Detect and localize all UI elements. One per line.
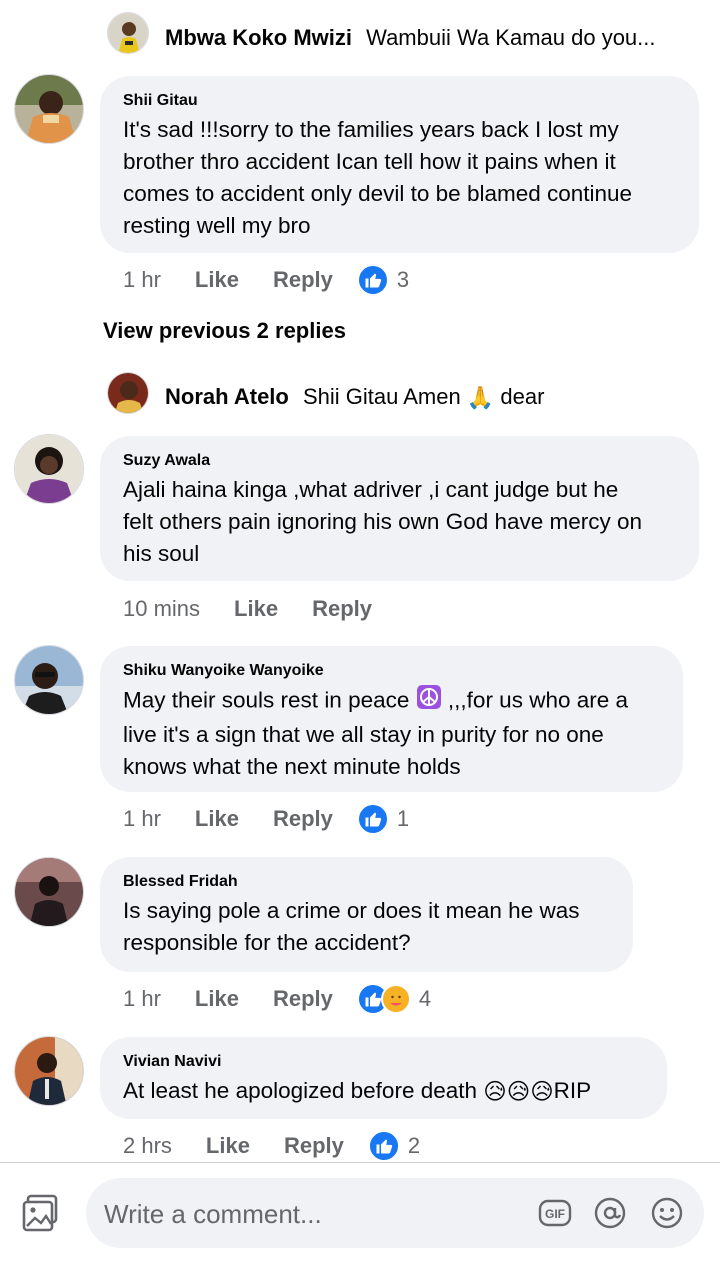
comment-time[interactable]: 10 mins [123,596,200,622]
reply-button[interactable]: Reply [273,806,333,832]
comment-bubble[interactable]: Vivian Navivi At least he apologized bef… [100,1037,667,1119]
avatar[interactable] [107,372,149,414]
avatar[interactable] [14,857,84,927]
like-button[interactable]: Like [195,806,239,832]
mention-icon[interactable] [593,1196,627,1235]
gif-icon[interactable]: GIF [538,1196,572,1235]
like-button[interactable]: Like [206,1133,250,1159]
comment-bubble[interactable]: Shii Gitau It's sad !!!sorry to the fami… [100,76,699,253]
comment-author[interactable]: Shiku Wanyoike Wanyoike [123,660,661,682]
comment-author[interactable]: Shii Gitau [123,90,677,112]
comment-time[interactable]: 1 hr [123,806,161,832]
reply-author[interactable]: Norah Atelo [165,384,289,409]
comment-author[interactable]: Blessed Fridah [123,871,611,893]
comment-input[interactable] [102,1178,526,1250]
reaction-summary[interactable]: 1 [356,803,410,835]
comment-bubble[interactable]: Shiku Wanyoike Wanyoike May their souls … [100,646,683,792]
reply-line: Norah Atelo Shii Gitau Amen 🙏 dear [165,382,705,413]
comment-text: May their souls rest in peace ,,,for us … [123,684,661,783]
comment-meta: 1 hr Like Reply 4 [123,982,431,1016]
avatar[interactable] [14,74,84,144]
folded-hands-emoji: 🙏 [466,385,495,411]
avatar[interactable] [14,1036,84,1106]
reaction-summary[interactable]: 4 [356,983,432,1015]
comment-time[interactable]: 2 hrs [123,1133,172,1159]
reply-author[interactable]: Mbwa Koko Mwizi [165,25,352,50]
reaction-count: 2 [407,1133,421,1158]
comment-meta: 1 hr Like Reply 3 [123,263,409,297]
svg-text:GIF: GIF [545,1207,565,1221]
reaction-count: 4 [418,986,432,1011]
reply-text-tail: dear [500,384,545,409]
comment-meta: 10 mins Like Reply [123,592,406,626]
avatar[interactable] [14,645,84,715]
comment-bubble[interactable]: Suzy Awala Ajali haina kinga ,what adriv… [100,436,699,581]
comment-text: Is saying pole a crime or does it mean h… [123,898,580,955]
reaction-summary[interactable]: 2 [367,1130,421,1162]
comment-time[interactable]: 1 hr [123,986,161,1012]
reply-line: Mbwa Koko Mwizi Wambuii Wa Kamau do you.… [165,23,705,53]
reaction-count: 1 [396,806,410,831]
comment-author[interactable]: Suzy Awala [123,450,677,472]
reply-button[interactable]: Reply [284,1133,344,1159]
comment-meta: 2 hrs Like Reply 2 [123,1129,420,1163]
comment-text: It's sad !!!sorry to the families years … [123,117,633,238]
comment-composer[interactable]: GIF [86,1178,704,1250]
reaction-count: 3 [396,267,410,292]
reply-button[interactable]: Reply [273,267,333,293]
photo-icon[interactable] [22,1194,60,1237]
like-button[interactable]: Like [195,267,239,293]
avatar[interactable] [107,12,149,54]
crying-face-emoji: 😥😥😥 [483,1079,554,1105]
comment-text: Ajali haina kinga ,what adriver ,i cant … [123,477,643,566]
comment-meta: 1 hr Like Reply 1 [123,802,409,836]
peace-icon [416,684,442,719]
reaction-summary[interactable]: 3 [356,264,410,296]
reply-button[interactable]: Reply [312,596,372,622]
divider [0,1162,720,1163]
reply-text: Wambuii Wa Kamau do you... [366,25,656,50]
thumbs-up-icon [356,803,389,835]
comment-time[interactable]: 1 hr [123,267,161,293]
avatar[interactable] [14,434,84,504]
comment-author[interactable]: Vivian Navivi [123,1051,645,1073]
comment-bubble[interactable]: Blessed Fridah Is saying pole a crime or… [100,857,633,972]
like-button[interactable]: Like [234,596,278,622]
view-previous-replies[interactable]: View previous 2 replies [103,318,346,344]
thumbs-up-icon [356,264,389,296]
reply-button[interactable]: Reply [273,986,333,1012]
like-button[interactable]: Like [195,986,239,1012]
thumbs-up-icon [367,1130,400,1162]
emoji-icon[interactable] [650,1196,684,1235]
comment-text: At least he apologized before death 😥😥😥R… [123,1075,645,1108]
care-reaction-icon [380,984,411,1014]
reply-text: Shii Gitau Amen [302,384,461,409]
